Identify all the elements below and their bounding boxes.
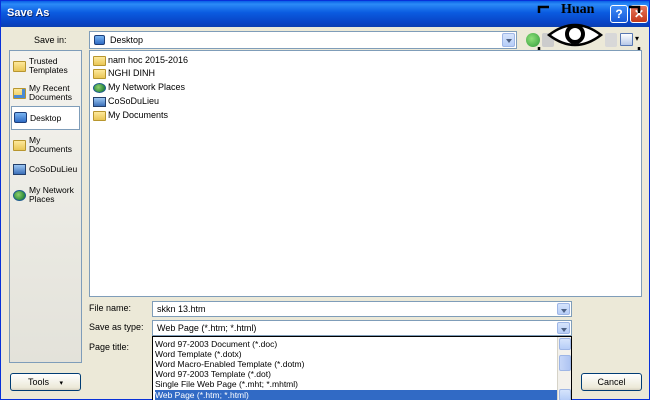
network-places-icon: [13, 190, 26, 201]
type-option[interactable]: Word Template (*.dotx): [155, 349, 557, 359]
type-option-selected[interactable]: Web Page (*.htm; *.html): [155, 390, 557, 400]
watermark-name: Huan: [561, 2, 595, 17]
folder-icon: [93, 111, 106, 121]
file-name-label: File name:: [89, 303, 132, 313]
desktop-icon: [94, 35, 105, 45]
chevron-down-icon: ▾: [59, 380, 64, 387]
file-name: My Documents: [108, 110, 169, 120]
place-trusted-templates[interactable]: Trusted Templates: [11, 54, 80, 84]
recent-documents-icon: [13, 88, 26, 99]
save-as-type-label: Save as type:: [89, 322, 144, 332]
computer-icon: [93, 97, 106, 107]
place-label: My Recent Documents: [29, 83, 72, 102]
place-label: Desktop: [30, 113, 62, 123]
scroll-thumb[interactable]: [559, 355, 571, 371]
file-name-value: skkn 13.htm: [157, 304, 206, 314]
page-title-label: Page title:: [89, 342, 130, 352]
place-label: My Documents: [29, 135, 72, 154]
type-option[interactable]: Word 97-2003 Document (*.doc): [155, 339, 557, 349]
window-title: Save As: [7, 7, 50, 19]
chevron-down-icon[interactable]: [557, 322, 570, 334]
file-name-input[interactable]: skkn 13.htm: [152, 301, 572, 317]
places-bar: Trusted Templates My Recent Documents De…: [9, 50, 82, 363]
desktop-icon: [14, 112, 27, 123]
file-name: CoSoDuLieu: [108, 96, 160, 106]
scroll-up-icon[interactable]: [559, 338, 571, 350]
folder-icon: [93, 69, 106, 79]
chevron-down-icon[interactable]: [557, 303, 570, 315]
folder-icon: [13, 61, 26, 72]
save-in-combo[interactable]: Desktop: [89, 31, 517, 49]
place-label: My Network Places: [29, 185, 74, 204]
file-name: nam hoc 2015-2016: [108, 55, 189, 65]
my-documents-icon: [13, 140, 26, 151]
save-as-dialog: Save As ? ✕ Save in: Desktop ▾ Huan 0907…: [0, 0, 650, 400]
tools-button[interactable]: Tools ▾: [10, 373, 81, 391]
cancel-button-label: Cancel: [597, 377, 626, 387]
network-places-icon: [93, 83, 106, 93]
file-name: My Network Places: [108, 82, 186, 92]
scroll-down-icon[interactable]: [559, 389, 571, 400]
save-as-type-dropdown[interactable]: Word 97-2003 Document (*.doc) Word Templ…: [152, 336, 572, 400]
save-in-value: Desktop: [110, 35, 144, 45]
save-in-label: Save in:: [34, 35, 67, 45]
file-list[interactable]: nam hoc 2015-2016 NGHI DINH My Network P…: [89, 50, 642, 297]
save-as-type-select[interactable]: Web Page (*.htm; *.html): [152, 320, 572, 336]
file-name: NGHI DINH: [108, 68, 155, 78]
dropdown-scrollbar[interactable]: [557, 337, 571, 400]
save-as-type-value: Web Page (*.htm; *.html): [157, 323, 257, 333]
folder-icon: [93, 56, 106, 66]
place-cosodulieu[interactable]: CoSoDuLieu: [11, 159, 80, 181]
type-option[interactable]: Word Macro-Enabled Template (*.dotm): [155, 359, 557, 369]
cancel-button[interactable]: Cancel: [581, 373, 642, 391]
type-option[interactable]: Single File Web Page (*.mht; *.mhtml): [155, 379, 557, 389]
chevron-down-icon[interactable]: [502, 33, 515, 47]
place-desktop[interactable]: Desktop: [11, 106, 80, 130]
place-label: Trusted Templates: [29, 56, 68, 75]
tools-button-label: Tools: [27, 377, 49, 387]
type-option[interactable]: Word 97-2003 Template (*.dot): [155, 369, 557, 379]
place-my-network-places[interactable]: My Network Places: [11, 183, 80, 213]
computer-icon: [13, 164, 26, 175]
place-label: CoSoDuLieu: [29, 164, 78, 174]
